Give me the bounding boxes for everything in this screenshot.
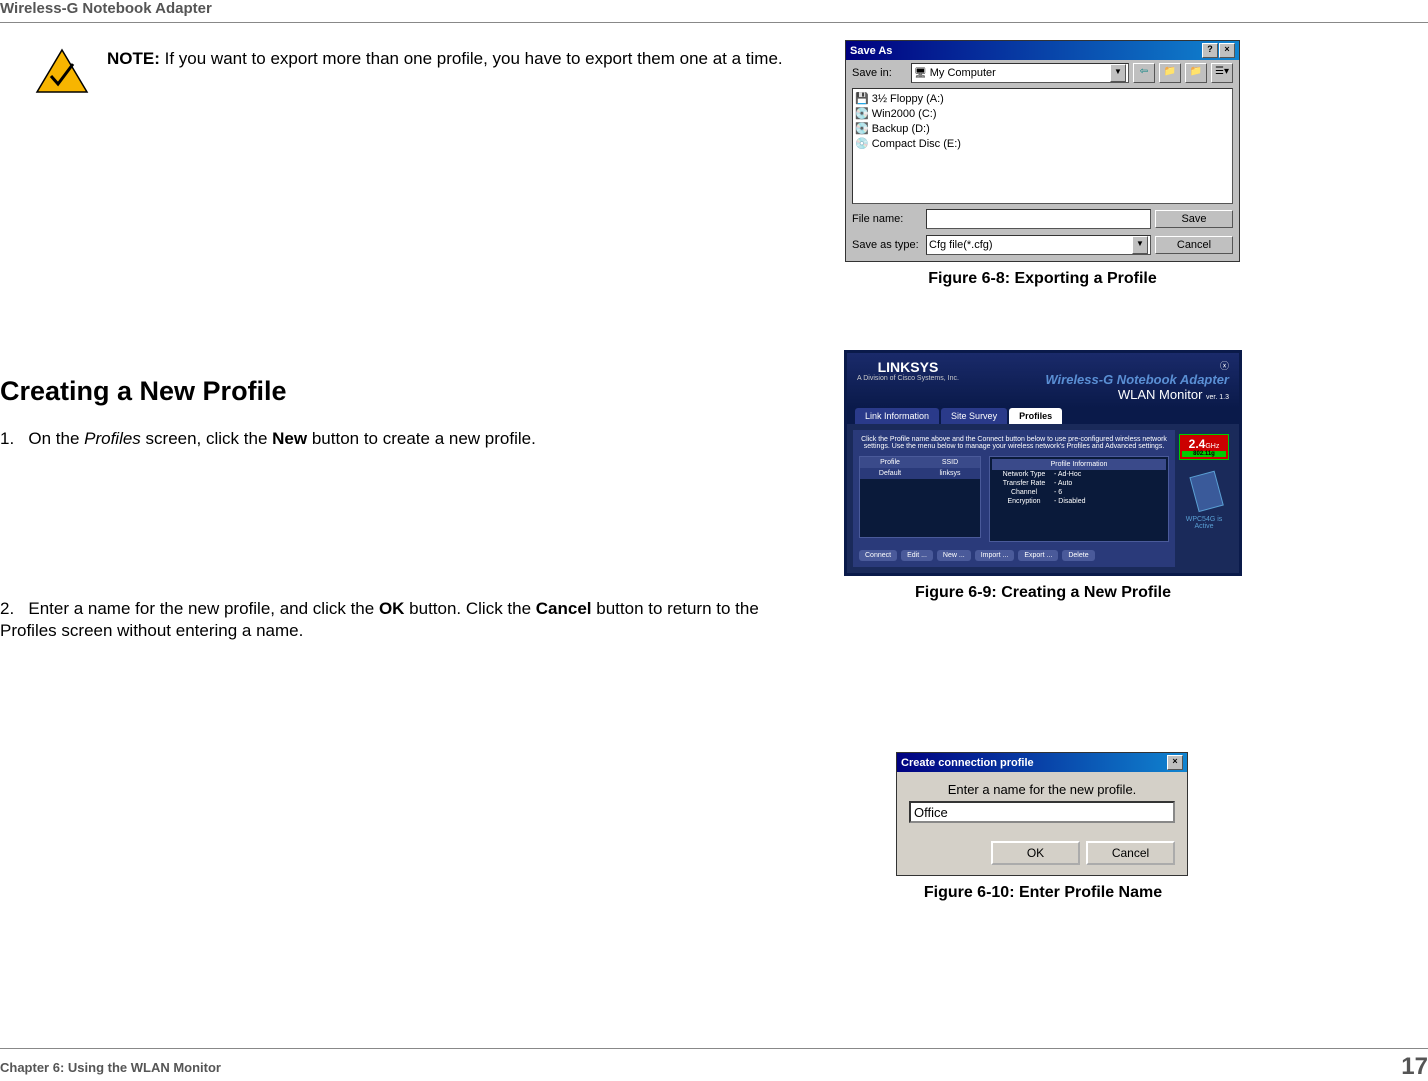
figure-caption: Figure 6-10: Enter Profile Name [896, 884, 1190, 902]
figure-caption: Figure 6-8: Exporting a Profile [845, 270, 1240, 288]
cancel-button[interactable]: Cancel [1155, 236, 1233, 254]
new-folder-icon[interactable]: 📁 [1185, 63, 1207, 83]
import-button[interactable]: Import ... [975, 550, 1015, 561]
step-1-num: 1. [0, 429, 14, 448]
back-icon[interactable]: ⇦ [1133, 63, 1155, 83]
header-ssid: SSID [920, 457, 980, 468]
figure-caption: Figure 6-9: Creating a New Profile [844, 584, 1242, 602]
cd-icon: 💿 [855, 137, 869, 150]
help-icon[interactable]: ? [1202, 43, 1218, 58]
ok-button[interactable]: OK [991, 841, 1080, 865]
note-label: NOTE: [107, 49, 160, 68]
tab-link-info[interactable]: Link Information [855, 408, 939, 424]
profile-name-input[interactable] [909, 801, 1175, 823]
page-header: Wireless-G Notebook Adapter [0, 0, 1428, 23]
close-icon[interactable]: × [1167, 755, 1183, 770]
chevron-down-icon[interactable]: ▼ [1132, 236, 1148, 254]
dialog-titlebar: Save As ? × [846, 41, 1239, 60]
step-2-num: 2. [0, 599, 14, 618]
floppy-icon: 💾 [855, 92, 869, 105]
tab-site-survey[interactable]: Site Survey [941, 408, 1007, 424]
ghz-badge: 2.4GHz 802.11g [1179, 434, 1229, 460]
linksys-sublogo: A Division of Cisco Systems, Inc. [857, 375, 959, 382]
wlan-monitor-window: LINKSYS A Division of Cisco Systems, Inc… [844, 350, 1242, 576]
chevron-down-icon[interactable]: ▼ [1110, 64, 1126, 82]
note-body: If you want to export more than one prof… [165, 49, 783, 68]
step-1: 1. On the Profiles screen, click the New… [0, 428, 810, 450]
savein-label: Save in: [852, 67, 907, 79]
note-block: NOTE: If you want to export more than on… [35, 48, 783, 96]
dialog-titlebar: Create connection profile × [897, 753, 1187, 772]
profile-list[interactable]: Profile SSID Default linksys [859, 456, 981, 538]
filetype-label: Save as type: [852, 239, 922, 251]
section-heading: Creating a New Profile [0, 376, 287, 407]
linksys-logo: LINKSYS [857, 359, 959, 375]
figure-6-8: Save As ? × Save in: 🖥 My Computer ▼ ⇦ 📁… [845, 40, 1240, 288]
drive-item[interactable]: 💾3½ Floppy (A:) [855, 91, 1230, 106]
filename-input[interactable] [926, 209, 1151, 229]
profile-row[interactable]: Default linksys [860, 468, 980, 479]
save-as-dialog: Save As ? × Save in: 🖥 My Computer ▼ ⇦ 📁… [845, 40, 1240, 262]
header-profile: Profile [860, 457, 920, 468]
note-text: NOTE: If you want to export more than on… [107, 48, 783, 70]
view-menu-icon[interactable]: ☰▾ [1211, 63, 1233, 83]
page-number: 17 [1401, 1053, 1428, 1081]
product-subtitle: WLAN Monitor ver. 1.3 [1045, 387, 1229, 402]
warning-check-icon [35, 48, 89, 96]
status-text: WPC54G is Active [1179, 516, 1229, 530]
page-footer: Chapter 6: Using the WLAN Monitor 17 [0, 1048, 1428, 1081]
savein-combo[interactable]: 🖥 My Computer ▼ [911, 63, 1129, 83]
instruction-text: Click the Profile name above and the Con… [859, 436, 1169, 450]
footer-chapter: Chapter 6: Using the WLAN Monitor [0, 1060, 221, 1075]
step-2: 2. Enter a name for the new profile, and… [0, 598, 810, 642]
header-title: Wireless-G Notebook Adapter [0, 0, 212, 17]
profile-info-header: Profile Information [992, 459, 1166, 470]
filetype-combo[interactable]: Cfg file(*.cfg) ▼ [926, 235, 1151, 255]
drive-item[interactable]: 💽Backup (D:) [855, 121, 1230, 136]
cancel-button[interactable]: Cancel [1086, 841, 1175, 865]
dialog-title: Create connection profile [901, 757, 1034, 769]
adapter-icon [1184, 464, 1224, 514]
edit-button[interactable]: Edit ... [901, 550, 933, 561]
save-button[interactable]: Save [1155, 210, 1233, 228]
drive-item[interactable]: 💽Win2000 (C:) [855, 106, 1230, 121]
tab-profiles[interactable]: Profiles [1009, 408, 1062, 424]
figure-6-10: Create connection profile × Enter a name… [896, 752, 1190, 902]
new-button[interactable]: New ... [937, 550, 971, 561]
connect-button[interactable]: Connect [859, 550, 897, 561]
create-profile-dialog: Create connection profile × Enter a name… [896, 752, 1188, 876]
product-title: Wireless-G Notebook Adapter [1045, 372, 1229, 387]
disk-icon: 💽 [855, 122, 869, 135]
computer-icon: 🖥 [914, 68, 927, 79]
export-button[interactable]: Export ... [1018, 550, 1058, 561]
drive-item[interactable]: 💿Compact Disc (E:) [855, 136, 1230, 151]
up-folder-icon[interactable]: 📁 [1159, 63, 1181, 83]
close-icon[interactable]: × [1219, 43, 1235, 58]
delete-button[interactable]: Delete [1062, 550, 1094, 561]
profile-info-panel: Profile Information Network Type- Ad-Hoc… [989, 456, 1169, 542]
dialog-title: Save As [850, 45, 892, 57]
filename-label: File name: [852, 213, 922, 225]
disk-icon: 💽 [855, 107, 869, 120]
figure-6-9: LINKSYS A Division of Cisco Systems, Inc… [844, 350, 1242, 602]
file-list[interactable]: 💾3½ Floppy (A:) 💽Win2000 (C:) 💽Backup (D… [852, 88, 1233, 204]
prompt-text: Enter a name for the new profile. [909, 782, 1175, 797]
